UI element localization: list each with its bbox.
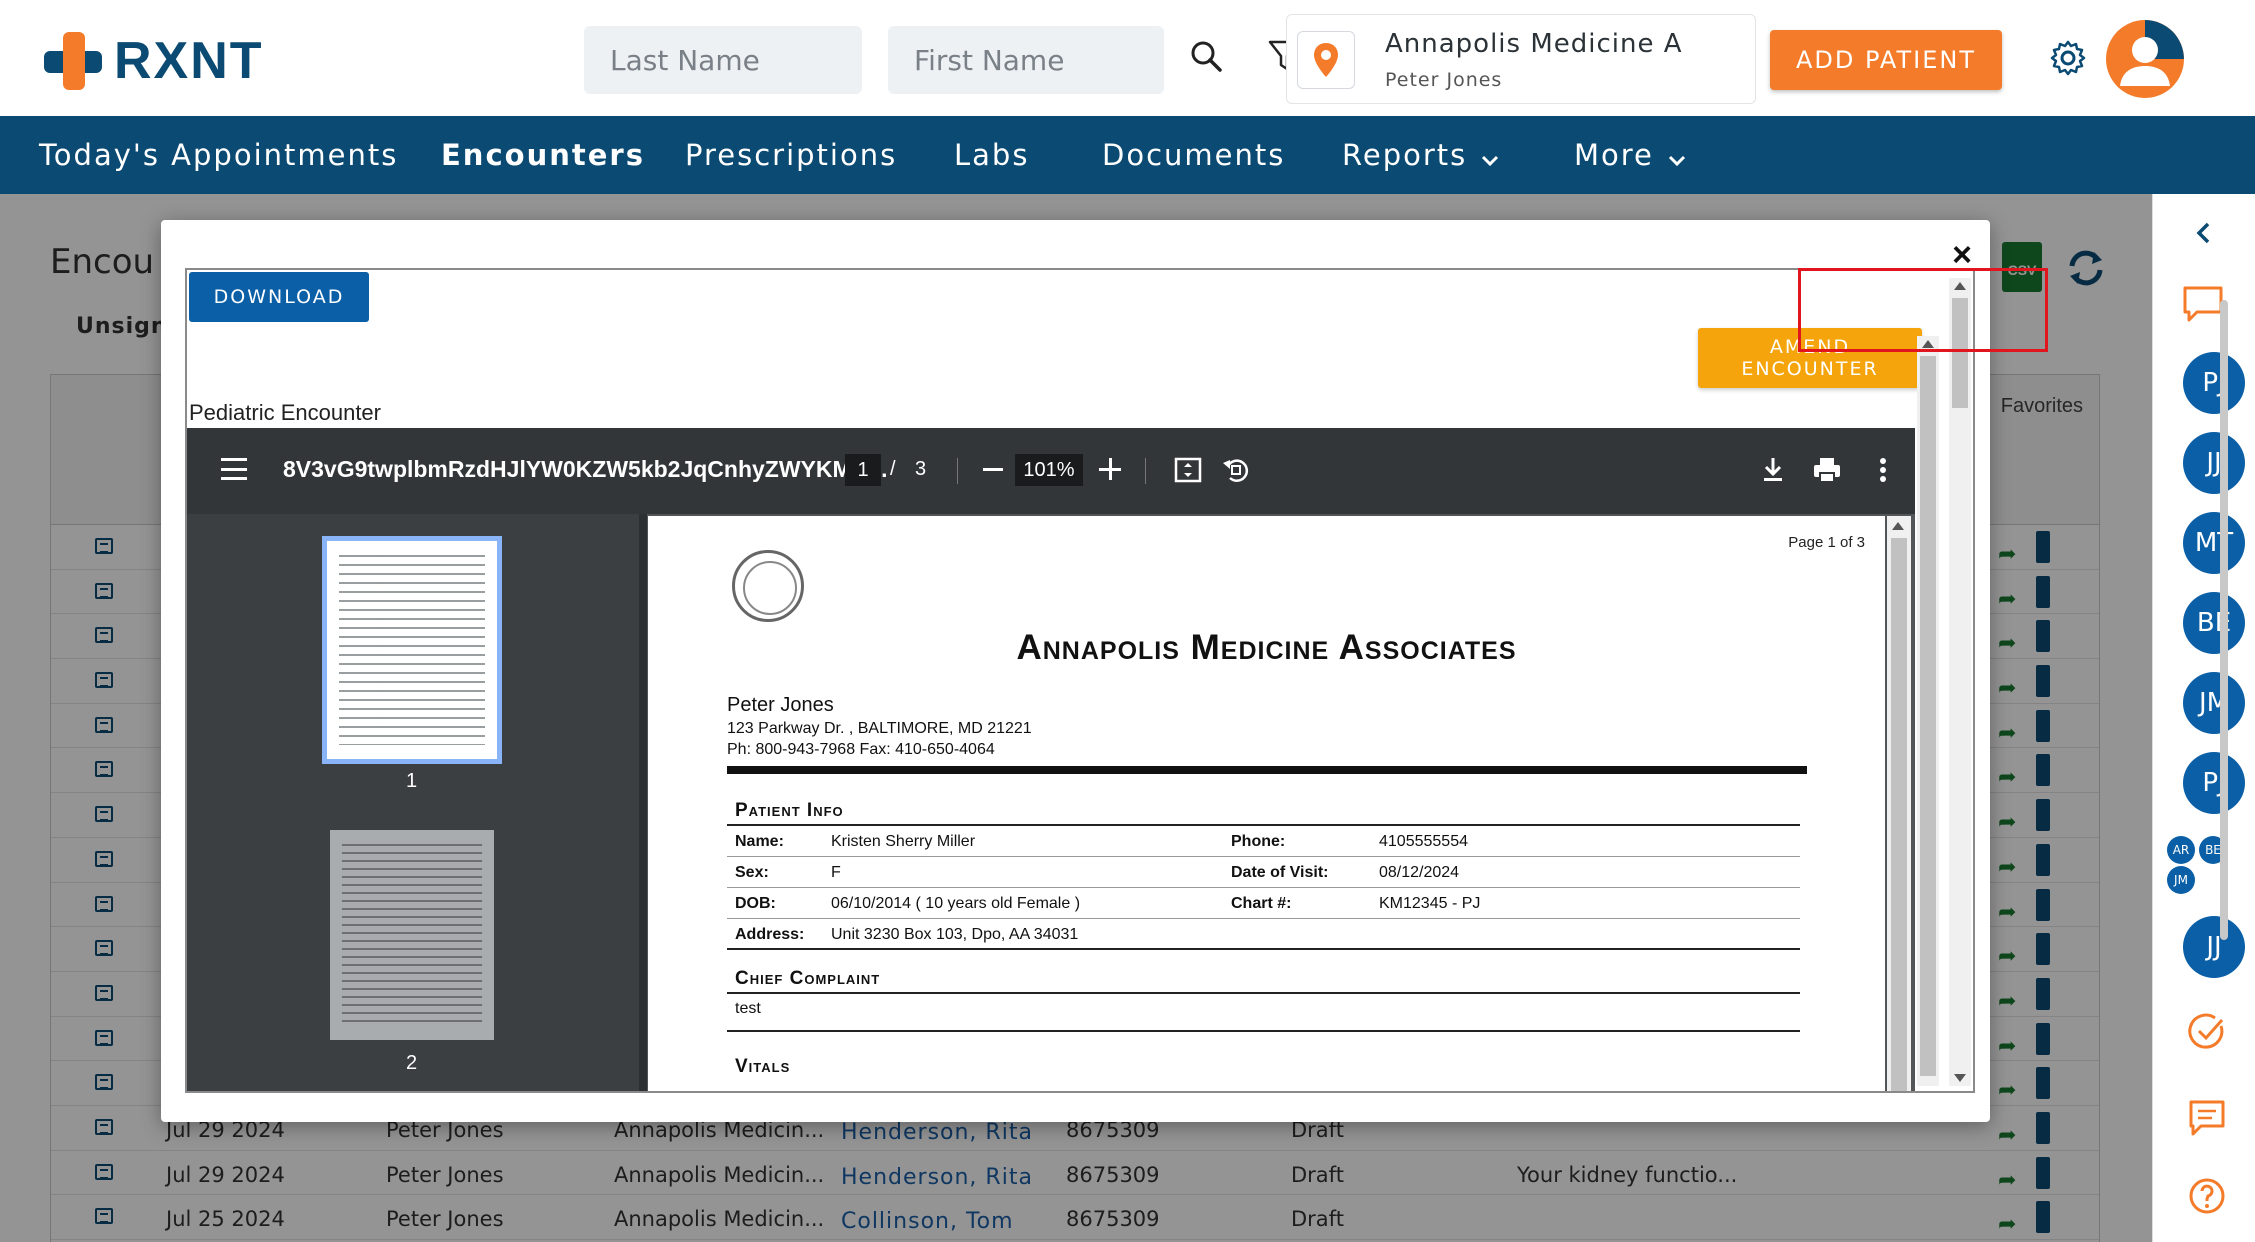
top-header: RXNT Annapolis Medicine A Peter Jones AD… — [0, 0, 2255, 116]
section-title: Vitals — [735, 1056, 791, 1077]
provider-name: Peter Jones — [727, 694, 834, 716]
provider-phone: Ph: 800-943-7968 Fax: 410-650-4064 — [727, 741, 995, 758]
section-title: Chief Complaint — [735, 968, 881, 989]
info-row: DOB: 06/10/2014 ( 10 years old Female ) … — [727, 888, 1800, 919]
nav-documents[interactable]: Documents — [1102, 116, 1285, 194]
help-icon[interactable] — [2187, 1176, 2227, 1216]
chief-complaint-text: test — [735, 1000, 761, 1017]
document-frame: DOWNLOAD AMEND ENCOUNTER Pediatric Encou… — [185, 268, 1975, 1093]
frame-scrollbar[interactable] — [1917, 336, 1939, 1086]
pdf-page-separator: / — [890, 458, 896, 480]
close-icon[interactable]: × — [1945, 238, 1979, 272]
rxnt-logo[interactable]: RXNT — [42, 30, 272, 92]
nav-todays-appointments[interactable]: Today's Appointments — [39, 116, 398, 194]
nav-more-label: More — [1574, 138, 1654, 172]
download-icon[interactable] — [1757, 454, 1789, 486]
zoom-out-icon[interactable] — [983, 468, 1003, 471]
rail-small-avatar[interactable]: AR — [2167, 836, 2195, 864]
download-button[interactable]: DOWNLOAD — [189, 272, 369, 322]
rxnt-logo-icon — [42, 30, 104, 92]
rail-small-avatar[interactable]: JM — [2167, 866, 2195, 894]
nav-more[interactable]: More — [1574, 116, 1686, 194]
pdf-page-input[interactable]: 1 — [845, 454, 881, 486]
main-nav: Today's Appointments Encounters Prescrip… — [0, 116, 2255, 194]
add-patient-button[interactable]: ADD PATIENT — [1770, 30, 2002, 90]
chat-bubble-icon[interactable] — [2181, 284, 2225, 324]
rail-avatar[interactable]: JM — [2183, 672, 2245, 734]
first-name-input[interactable] — [888, 26, 1164, 94]
encounter-modal: × DOWNLOAD AMEND ENCOUNTER Pediatric Enc… — [161, 220, 2048, 1122]
location-pin-icon — [1297, 31, 1355, 89]
thumbnail-label: 1 — [406, 770, 418, 792]
menu-icon[interactable] — [221, 458, 247, 480]
right-rail: PJ JJ MT BE JM PJ AR BE JM JJ — [2152, 194, 2255, 1242]
print-icon[interactable] — [1811, 454, 1843, 486]
zoom-in-icon[interactable] — [1099, 458, 1121, 480]
last-name-input[interactable] — [584, 26, 862, 94]
document-title: Annapolis Medicine Associates — [1016, 628, 1517, 667]
location-selector[interactable]: Annapolis Medicine A Peter Jones — [1286, 14, 1756, 104]
nav-labs[interactable]: Labs — [954, 116, 1029, 194]
location-user: Peter Jones — [1385, 69, 1503, 91]
section-title: Patient Info — [735, 800, 844, 821]
info-row: Address: Unit 3230 Box 103, Dpo, AA 3403… — [727, 919, 1800, 950]
pdf-zoom-input[interactable]: 101% — [1015, 454, 1083, 486]
brand-name: RXNT — [114, 32, 264, 90]
pdf-page: Page 1 of 3 Annapolis Medicine Associate… — [648, 516, 1885, 1091]
pdf-thumbnails: 1 2 — [187, 514, 639, 1091]
gear-icon[interactable] — [2046, 36, 2090, 80]
nav-encounters[interactable]: Encounters — [441, 116, 645, 194]
check-circle-icon[interactable] — [2187, 1012, 2227, 1052]
pdf-viewer: 8V3vG9twplbmRzdHJlYW0KZW5kb2JqCnhyZWYKMC… — [187, 428, 1915, 1091]
location-name: Annapolis Medicine A — [1385, 29, 1683, 59]
amend-encounter-button[interactable]: AMEND ENCOUNTER — [1698, 328, 1922, 388]
nav-reports[interactable]: Reports — [1342, 116, 1499, 194]
rail-avatar[interactable]: JJ — [2183, 432, 2245, 494]
chevron-down-icon — [1668, 118, 1686, 196]
rail-avatar[interactable]: PJ — [2183, 352, 2245, 414]
search-icon[interactable] — [1184, 34, 1228, 78]
provider-address: 123 Parkway Dr. , BALTIMORE, MD 21221 — [727, 720, 1032, 737]
chevron-down-icon — [1481, 118, 1499, 196]
encounter-type-label: Pediatric Encounter — [189, 400, 381, 425]
nav-reports-label: Reports — [1342, 138, 1468, 172]
user-avatar[interactable] — [2106, 20, 2184, 98]
rail-avatar[interactable]: MT — [2183, 512, 2245, 574]
pdf-toolbar: 8V3vG9twplbmRzdHJlYW0KZW5kb2JqCnhyZWYKMC… — [187, 428, 1915, 514]
chevron-left-icon[interactable] — [2189, 218, 2219, 248]
page-thumbnail[interactable] — [322, 536, 502, 764]
modal-scrollbar[interactable] — [1949, 278, 1971, 1086]
rail-avatar[interactable]: JJ — [2183, 916, 2245, 978]
message-icon[interactable] — [2187, 1098, 2227, 1138]
info-row: Name: Kristen Sherry Miller Phone: 41055… — [727, 826, 1800, 857]
rail-scrollbar[interactable] — [2220, 300, 2228, 940]
nav-prescriptions[interactable]: Prescriptions — [685, 116, 897, 194]
rail-avatar[interactable]: BE — [2183, 592, 2245, 654]
rotate-icon[interactable] — [1220, 454, 1252, 486]
page-indicator: Page 1 of 3 — [1788, 534, 1865, 551]
info-row: Sex: F Date of Visit: 08/12/2024 — [727, 857, 1800, 888]
rail-avatar[interactable]: PJ — [2183, 752, 2245, 814]
fit-page-icon[interactable] — [1172, 454, 1204, 486]
more-vertical-icon[interactable] — [1867, 454, 1899, 486]
pdf-scrollbar[interactable] — [1887, 516, 1911, 1091]
medical-seal-icon — [732, 550, 804, 622]
pdf-page-total: 3 — [915, 458, 927, 480]
pdf-filename: 8V3vG9twplbmRzdHJlYW0KZW5kb2JqCnhyZWYKMC… — [283, 456, 888, 482]
page-thumbnail[interactable] — [330, 830, 494, 1040]
thumbnail-label: 2 — [406, 1052, 418, 1074]
